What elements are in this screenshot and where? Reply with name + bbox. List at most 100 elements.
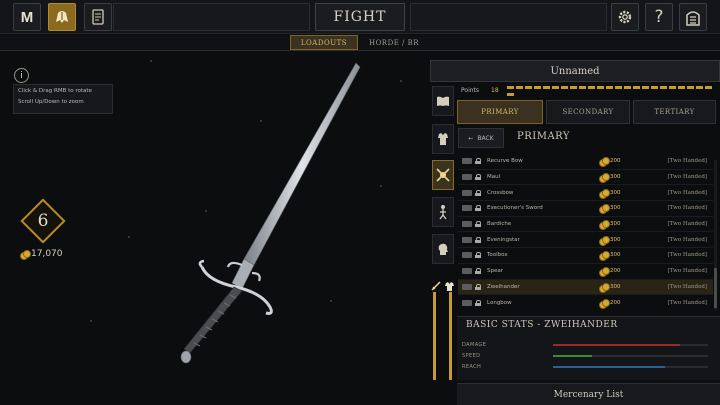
armor-icon	[438, 133, 448, 145]
weapon-type: [Two Handed]	[667, 252, 707, 259]
lock-icon	[475, 174, 481, 181]
category-head[interactable]	[432, 234, 454, 264]
gold-coin-icon	[20, 250, 31, 260]
lock-icon	[475, 189, 481, 196]
gear-icon[interactable]	[611, 3, 639, 31]
weapon-row[interactable]: Toolbox 300 [Two Handed]	[458, 248, 713, 264]
points-segment	[524, 85, 532, 89]
stat-bar	[553, 344, 708, 346]
weapon-row[interactable]: Zweihander 300 [Two Handed]	[458, 279, 713, 296]
points-segment	[704, 85, 712, 89]
info-icon[interactable]: i	[14, 68, 29, 83]
points-segment	[686, 85, 694, 89]
loadout-name[interactable]: Unnamed	[430, 60, 720, 82]
help-icon[interactable]: ?	[645, 3, 673, 31]
category-book[interactable]	[432, 86, 454, 116]
gold-coin-icon	[599, 173, 610, 184]
points-segment	[668, 85, 676, 89]
scroll-icon[interactable]	[84, 3, 112, 31]
points-segment	[587, 85, 595, 89]
points-segment	[695, 85, 703, 89]
weapon-name: Spear	[487, 268, 503, 275]
weapon-name: Zweihander	[487, 283, 520, 290]
back-button[interactable]: ← BACK	[458, 128, 504, 148]
weapon-cost: 300	[599, 173, 659, 184]
lock-icon	[475, 236, 481, 243]
fight-button[interactable]: FIGHT	[315, 3, 405, 31]
mode-tab-bar: Loadouts Horde / BR	[0, 35, 720, 51]
scrollbar-thumb[interactable]	[714, 268, 717, 308]
weapon-icon	[462, 268, 472, 275]
weapon-type: [Two Handed]	[667, 268, 707, 275]
background-star	[128, 236, 130, 238]
weapon-icon	[462, 189, 472, 196]
top-bar-slot	[410, 3, 607, 31]
weapon-row[interactable]: Spear 200 [Two Handed]	[458, 264, 713, 280]
lock-icon	[475, 221, 481, 228]
stat-label: Speed	[462, 353, 481, 359]
weapon-cost: 200	[599, 298, 659, 309]
category-weapons[interactable]	[432, 160, 454, 190]
armor-small-icon	[445, 282, 454, 291]
points-segment	[605, 85, 613, 89]
door-icon[interactable]	[679, 3, 707, 31]
points-segment	[650, 85, 658, 89]
weapon-name: Executioner's Sword	[487, 205, 543, 212]
stat-bar	[553, 355, 708, 357]
weapon-row[interactable]: Executioner's Sword 300 [Two Handed]	[458, 201, 713, 217]
weapon-name: Longbow	[487, 299, 512, 306]
points-segment	[623, 85, 631, 89]
lock-icon	[475, 299, 481, 306]
weapon-type: [Two Handed]	[667, 283, 707, 290]
category-armor[interactable]	[432, 124, 454, 154]
tab-horde-br[interactable]: Horde / BR	[360, 35, 428, 50]
tab-tertiary[interactable]: Tertiary	[633, 100, 716, 124]
points-segment	[560, 85, 568, 89]
tab-secondary[interactable]: Secondary	[546, 100, 630, 124]
cost-value: 300	[610, 174, 621, 181]
stat-bar-fill	[553, 344, 681, 346]
m-logo-icon[interactable]: M	[13, 3, 41, 31]
accent-bar	[449, 292, 452, 380]
weapon-row[interactable]: Bardiche 300 [Two Handed]	[458, 217, 713, 233]
weapon-row[interactable]: Recurve Bow 200 [Two Handed]	[458, 154, 713, 170]
stats-title: Basic Stats - Zweihander	[466, 320, 618, 330]
weapon-row[interactable]: Eveningstar 300 [Two Handed]	[458, 232, 713, 249]
stat-bar-fill	[553, 366, 665, 368]
lock-icon	[475, 283, 481, 290]
head-icon	[438, 243, 448, 255]
weapon-name: Eveningstar	[487, 236, 520, 243]
weapon-icon	[462, 236, 472, 243]
weapon-name: Crossbow	[487, 189, 514, 196]
top-bar: M FIGHT ?	[0, 0, 720, 34]
weapon-cost: 300	[599, 282, 659, 293]
cost-value: 200	[610, 299, 621, 306]
weapon-type: [Two Handed]	[667, 189, 707, 196]
weapon-cost: 200	[599, 267, 659, 278]
tab-primary[interactable]: Primary	[457, 100, 543, 124]
weapon-row[interactable]: Crossbow 300 [Two Handed]	[458, 185, 713, 202]
gold-coin-icon	[599, 220, 610, 231]
arrow-left-icon: ←	[468, 134, 474, 142]
category-character[interactable]	[432, 197, 454, 227]
stat-bar-fill	[553, 355, 592, 357]
gold-coin-icon	[599, 157, 610, 168]
mercenary-list-button[interactable]: Mercenary List	[457, 383, 720, 405]
background-star	[400, 80, 402, 82]
points-segment	[569, 85, 577, 89]
points-segment	[614, 85, 622, 89]
sword-small-icon	[431, 281, 441, 291]
zweihander-model[interactable]	[150, 55, 390, 375]
gold-amount: 17,070	[31, 249, 63, 259]
weapon-type: [Two Handed]	[667, 236, 707, 243]
weapon-row[interactable]: Maul 300 [Two Handed]	[458, 170, 713, 186]
top-bar-slot	[113, 3, 310, 31]
weapon-row[interactable]: Longbow 200 [Two Handed]	[458, 295, 713, 310]
stat-label: Reach	[462, 364, 482, 370]
helmet-icon[interactable]	[48, 3, 76, 31]
cost-value: 300	[610, 236, 621, 243]
weapon-type: [Two Handed]	[667, 205, 707, 212]
points-segment	[506, 92, 514, 96]
weapon-name: Toolbox	[487, 252, 508, 259]
tab-loadouts[interactable]: Loadouts	[290, 35, 358, 50]
